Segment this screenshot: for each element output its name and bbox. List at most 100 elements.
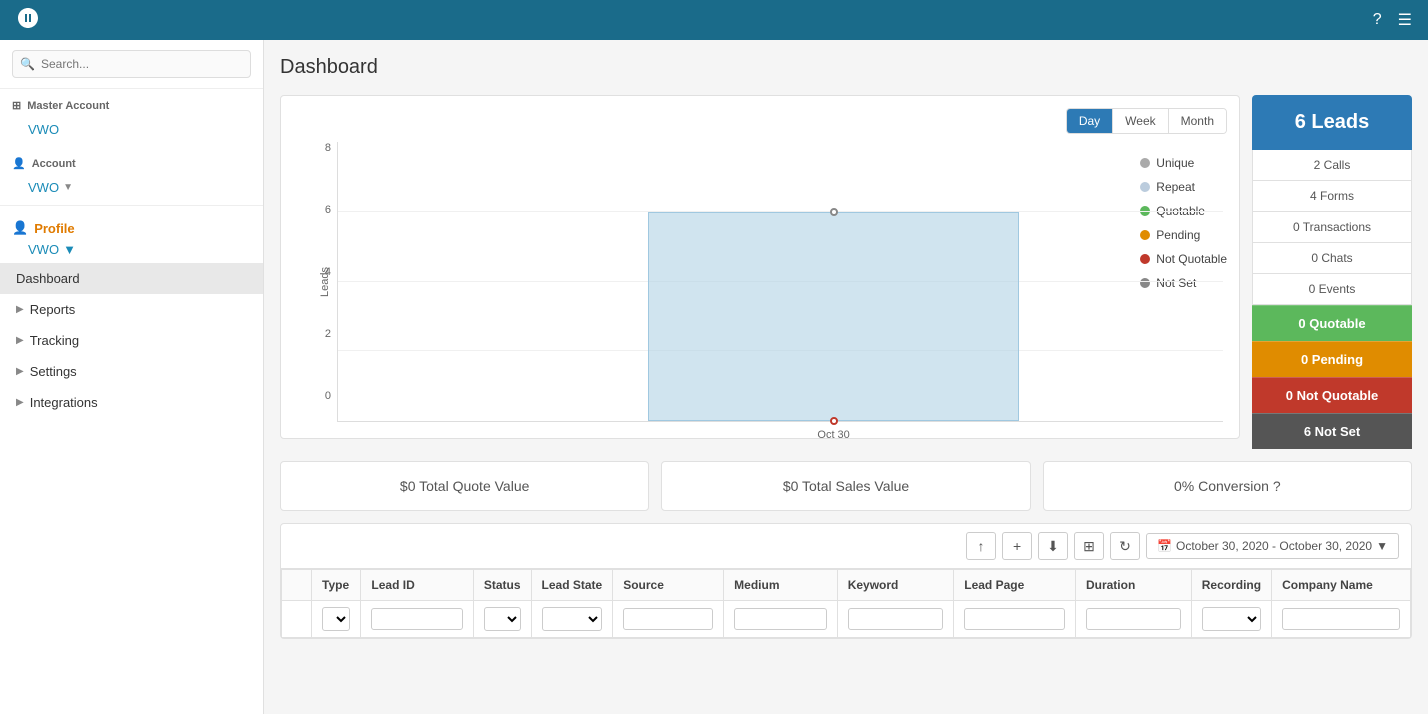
account-dropdown-arrow: ▼ — [63, 182, 73, 193]
filter-recording[interactable] — [1191, 601, 1271, 638]
profile-label: Profile — [34, 221, 74, 236]
upload-button[interactable]: ↑ — [966, 532, 996, 560]
filter-status[interactable] — [473, 601, 531, 638]
type-filter-select[interactable] — [322, 607, 350, 631]
th-lead-page: Lead Page — [954, 570, 1076, 601]
profile-header: 👤 Profile — [0, 212, 263, 240]
th-lead-id: Lead ID — [361, 570, 473, 601]
duration-filter-input[interactable] — [1086, 608, 1181, 630]
conversion-label: 0% Conversion ? — [1174, 478, 1281, 494]
account-label: Account — [32, 158, 76, 170]
metric-conversion: 0% Conversion ? — [1043, 461, 1412, 511]
y-axis: 8 6 4 2 0 — [297, 142, 337, 422]
table-header-row: Type Lead ID Status Lead State Source Me… — [282, 570, 1411, 601]
lead-state-filter-select[interactable] — [542, 607, 603, 631]
lead-id-filter-input[interactable] — [371, 608, 462, 630]
th-duration: Duration — [1075, 570, 1191, 601]
integrations-label: Integrations — [30, 395, 98, 410]
th-medium: Medium — [724, 570, 838, 601]
metric-cards: $0 Total Quote Value $0 Total Sales Valu… — [280, 461, 1412, 511]
week-button[interactable]: Week — [1112, 109, 1167, 133]
sidebar-item-dashboard[interactable]: Dashboard — [0, 263, 263, 294]
filter-type[interactable] — [312, 601, 361, 638]
not-quotable-button[interactable]: 0 Not Quotable — [1252, 377, 1412, 413]
profile-account-name[interactable]: VWO ▼ — [0, 240, 263, 263]
refresh-button[interactable]: ↻ — [1110, 532, 1140, 560]
filter-medium[interactable] — [724, 601, 838, 638]
sidebar: 🔍 ⊞ Master Account VWO 👤 Account VWO ▼ 👤… — [0, 40, 264, 714]
status-filter-select[interactable] — [484, 607, 521, 631]
chart-panel: Day Week Month Unique Repeat — [280, 95, 1240, 439]
table-wrapper: Type Lead ID Status Lead State Source Me… — [281, 569, 1411, 638]
search-input[interactable] — [12, 50, 251, 78]
filter-lead-id[interactable] — [361, 601, 473, 638]
filter-source[interactable] — [613, 601, 724, 638]
chart-dot-bottom — [830, 417, 838, 425]
add-button[interactable]: + — [1002, 532, 1032, 560]
filter-keyword[interactable] — [837, 601, 954, 638]
lead-page-filter-input[interactable] — [964, 608, 1065, 630]
dashboard-label: Dashboard — [16, 271, 80, 286]
help-icon[interactable]: ? — [1373, 11, 1382, 29]
date-range-button[interactable]: 📅 October 30, 2020 - October 30, 2020 ▼ — [1146, 533, 1399, 559]
stat-events: 0 Events — [1252, 274, 1412, 305]
month-button[interactable]: Month — [1168, 109, 1226, 133]
day-button[interactable]: Day — [1067, 109, 1112, 133]
filter-company-name[interactable] — [1272, 601, 1411, 638]
company-name-filter-input[interactable] — [1282, 608, 1400, 630]
recording-filter-select[interactable] — [1202, 607, 1261, 631]
dashboard-top-row: Day Week Month Unique Repeat — [280, 95, 1412, 449]
profile-section: 👤 Profile VWO ▼ Dashboard ▶ Reports ▶ Tr… — [0, 205, 263, 418]
date-range-label: October 30, 2020 - October 30, 2020 — [1176, 539, 1372, 553]
date-range-arrow: ▼ — [1376, 539, 1388, 553]
search-icon: 🔍 — [20, 57, 35, 71]
quotable-button[interactable]: 0 Quotable — [1252, 305, 1412, 341]
metric-quote-value: $0 Total Quote Value — [280, 461, 649, 511]
sidebar-item-settings[interactable]: ▶ Settings — [0, 356, 263, 387]
stat-chats: 0 Chats — [1252, 243, 1412, 274]
sidebar-item-integrations[interactable]: ▶ Integrations — [0, 387, 263, 418]
filter-lead-state[interactable] — [531, 601, 613, 638]
medium-filter-input[interactable] — [734, 608, 827, 630]
columns-button[interactable]: ⊞ — [1074, 532, 1104, 560]
settings-arrow: ▶ — [16, 366, 24, 377]
leads-header: 6 Leads — [1252, 95, 1412, 150]
tracking-label: Tracking — [30, 333, 79, 348]
master-account-name[interactable]: VWO — [0, 118, 263, 147]
chart-area: 8 6 4 2 0 Leads — [297, 142, 1223, 422]
th-type: Type — [312, 570, 361, 601]
chart-bar-oct30 — [648, 212, 1020, 421]
y-axis-label: Leads — [319, 267, 331, 297]
filter-checkbox-cell — [282, 601, 312, 638]
not-set-button[interactable]: 6 Not Set — [1252, 413, 1412, 449]
metric-sales-value: $0 Total Sales Value — [661, 461, 1030, 511]
account-icon: 👤 — [12, 157, 26, 170]
keyword-filter-input[interactable] — [848, 608, 944, 630]
filter-lead-page[interactable] — [954, 601, 1076, 638]
account-name[interactable]: VWO ▼ — [0, 176, 263, 205]
reports-label: Reports — [30, 302, 76, 317]
th-source: Source — [613, 570, 724, 601]
download-button[interactable]: ⬇ — [1038, 532, 1068, 560]
top-nav-right: ? ☰ — [1373, 10, 1412, 30]
sidebar-item-reports[interactable]: ▶ Reports — [0, 294, 263, 325]
sales-value-label: $0 Total Sales Value — [783, 478, 909, 494]
master-account-icon: ⊞ — [12, 99, 21, 112]
stat-calls: 2 Calls — [1252, 150, 1412, 181]
sidebar-item-tracking[interactable]: ▶ Tracking — [0, 325, 263, 356]
profile-icon: 👤 — [12, 220, 28, 236]
table-filter-row — [282, 601, 1411, 638]
th-company-name: Company Name — [1272, 570, 1411, 601]
master-account-section: ⊞ Master Account — [0, 89, 263, 118]
reports-arrow: ▶ — [16, 304, 24, 315]
pending-button[interactable]: 0 Pending — [1252, 341, 1412, 377]
user-menu-icon[interactable]: ☰ — [1398, 10, 1412, 30]
th-lead-state: Lead State — [531, 570, 613, 601]
filter-duration[interactable] — [1075, 601, 1191, 638]
tracking-arrow: ▶ — [16, 335, 24, 346]
source-filter-input[interactable] — [623, 608, 713, 630]
chart-plot: Oct 30 — [337, 142, 1223, 422]
page-title: Dashboard — [280, 56, 1412, 79]
stat-transactions: 0 Transactions — [1252, 212, 1412, 243]
quote-value-label: $0 Total Quote Value — [400, 478, 529, 494]
